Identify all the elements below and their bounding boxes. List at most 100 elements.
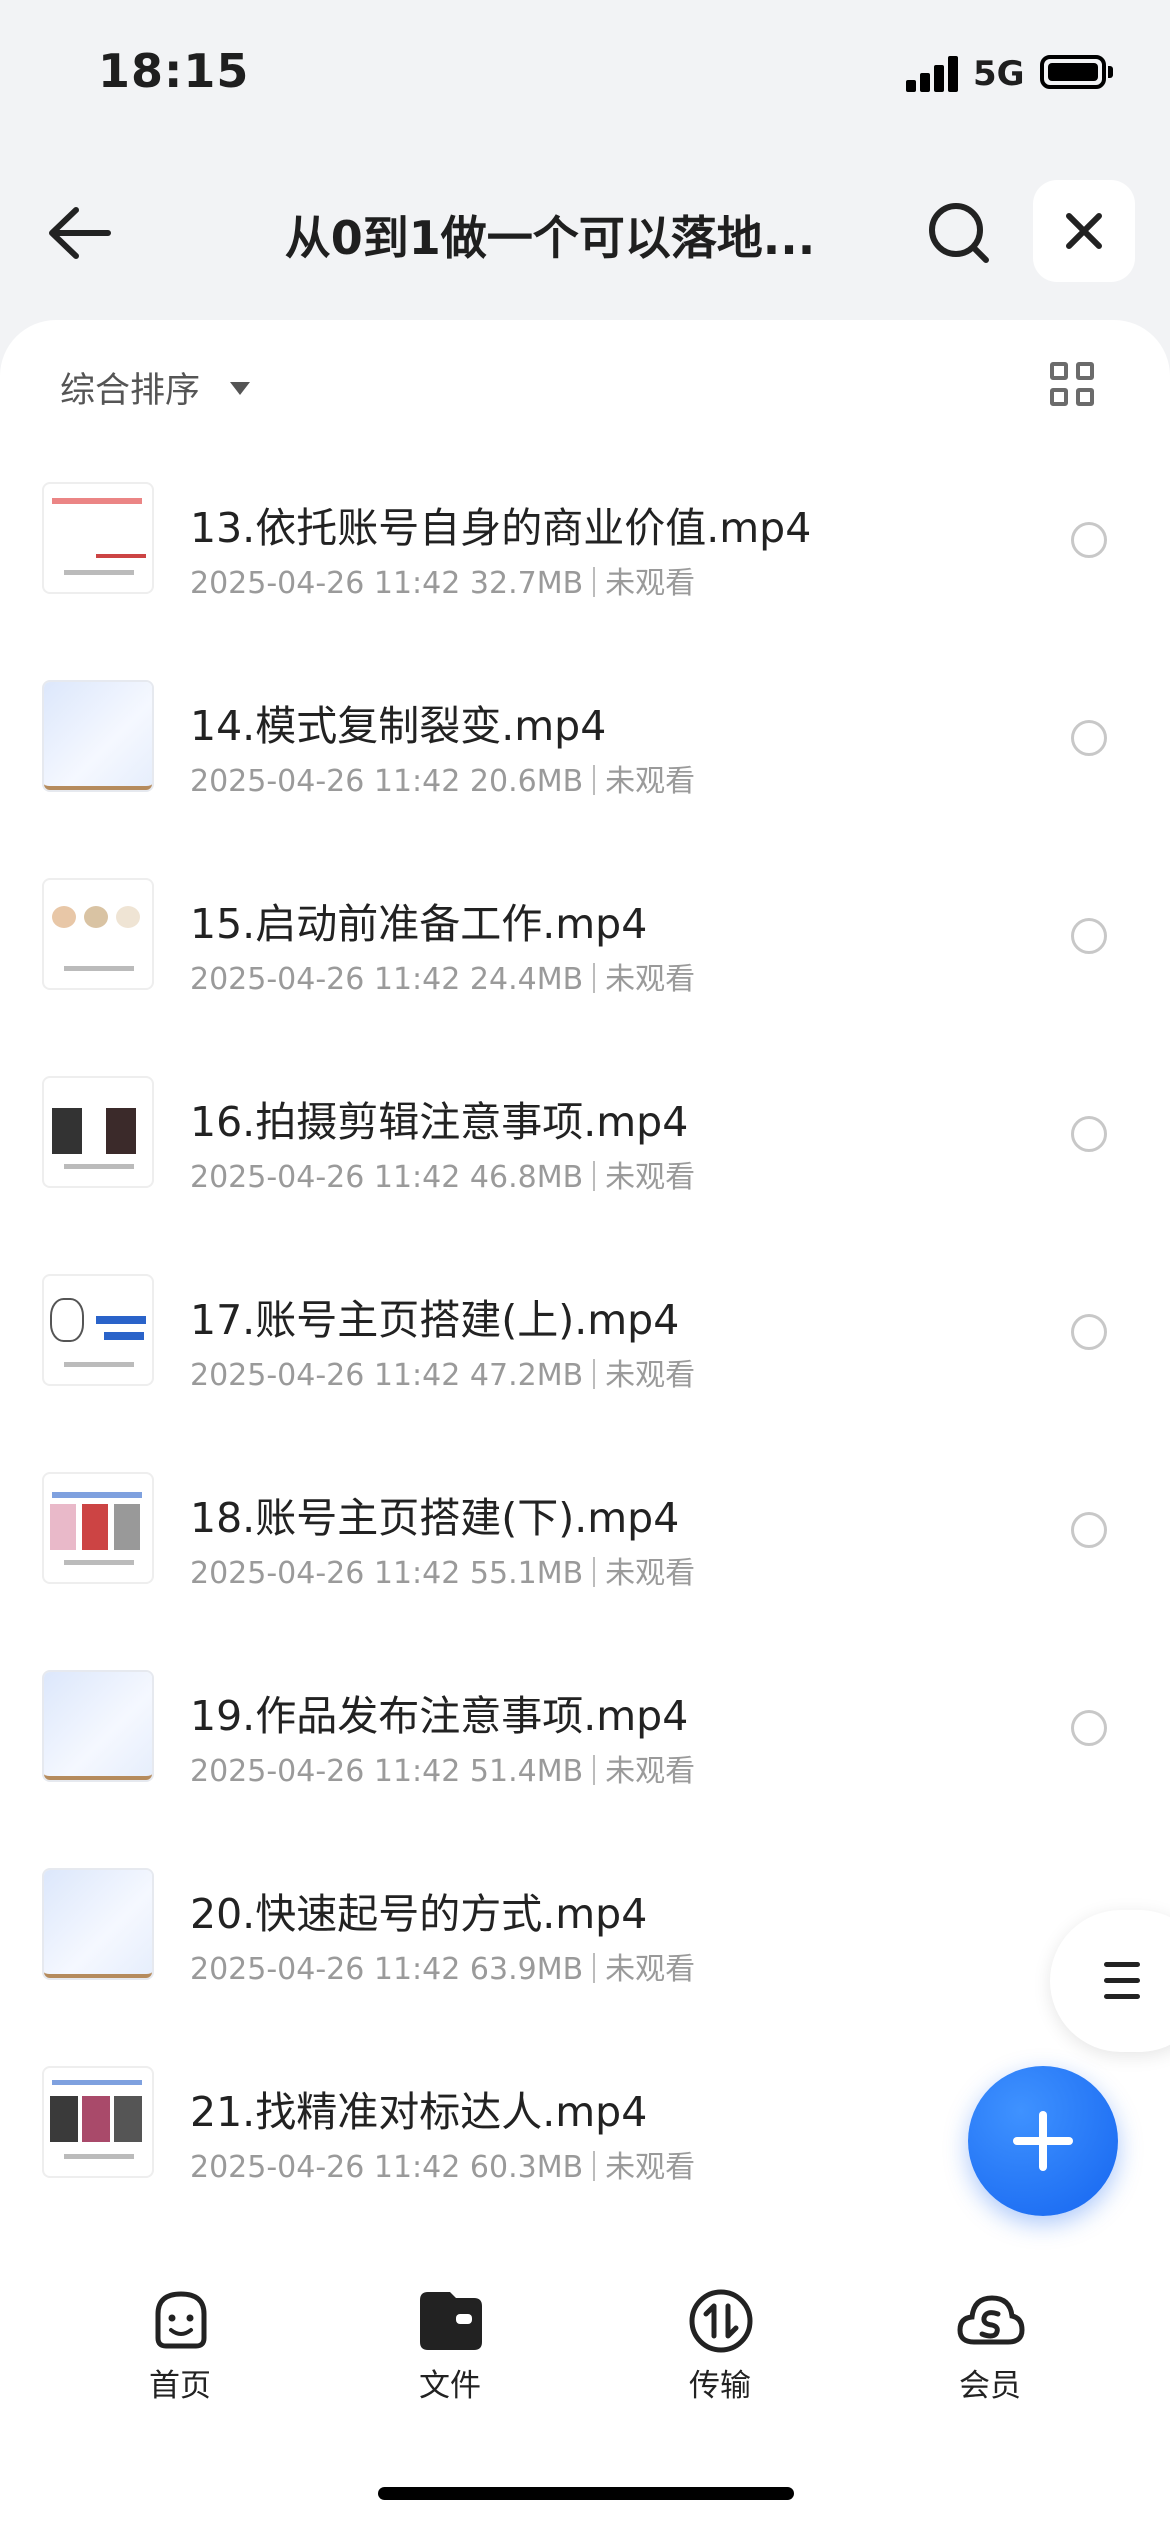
file-size: 63.9MB (469, 1952, 584, 1987)
smiley-face-icon (155, 2291, 207, 2349)
folder-icon (420, 2292, 482, 2350)
page-title: 从0到1做一个可以落地... (284, 211, 816, 265)
search-button[interactable] (922, 196, 996, 270)
video-thumbnail (44, 2068, 152, 2176)
tab-transfer-label: 传输 (689, 2368, 751, 2404)
watch-status: 未观看 (605, 1160, 696, 1195)
file-meta: 2025-04-26 11:42 47.2MB 未观看 (190, 1350, 695, 1394)
select-radio[interactable] (1071, 522, 1107, 558)
file-date: 2025-04-26 11:42 (190, 764, 461, 799)
tab-files[interactable]: 文件 (370, 2286, 530, 2404)
status-bar: 18:15 5G (0, 0, 1170, 150)
file-size: 60.3MB (469, 2150, 584, 2185)
file-date: 2025-04-26 11:42 (190, 566, 461, 601)
file-date: 2025-04-26 11:42 (190, 1160, 461, 1195)
video-thumbnail (44, 1672, 152, 1780)
status-time: 18:15 (98, 44, 250, 98)
file-row[interactable]: 14.模式复制裂变.mp4 2025-04-26 11:42 20.6MB 未观看 (0, 658, 1170, 856)
file-date: 2025-04-26 11:42 (190, 962, 461, 997)
file-size: 32.7MB (469, 566, 584, 601)
watch-status: 未观看 (605, 2150, 696, 2185)
file-row[interactable]: 13.依托账号自身的商业价值.mp4 2025-04-26 11:42 32.7… (0, 460, 1170, 658)
video-thumbnail (44, 1474, 152, 1582)
file-meta: 2025-04-26 11:42 60.3MB 未观看 (190, 2142, 695, 2186)
tab-home[interactable]: 首页 (100, 2286, 260, 2404)
file-meta: 2025-04-26 11:42 55.1MB 未观看 (190, 1548, 695, 1592)
home-indicator (378, 2487, 794, 2500)
file-row[interactable]: 20.快速起号的方式.mp4 2025-04-26 11:42 63.9MB 未观… (0, 1846, 1170, 2044)
file-name: 18.账号主页搭建(下).mp4 (190, 1494, 680, 1542)
video-thumbnail (44, 1078, 152, 1186)
bottom-tab-bar: 首页 文件 传输 会员 (0, 2260, 1170, 2404)
tab-vip-label: 会员 (959, 2368, 1021, 2404)
file-row[interactable]: 18.账号主页搭建(下).mp4 2025-04-26 11:42 55.1MB… (0, 1450, 1170, 1648)
select-radio[interactable] (1071, 1314, 1107, 1350)
watch-status: 未观看 (605, 764, 696, 799)
file-row[interactable]: 15.启动前准备工作.mp4 2025-04-26 11:42 24.4MB 未观… (0, 856, 1170, 1054)
transfer-icon (689, 2289, 753, 2353)
file-date: 2025-04-26 11:42 (190, 2150, 461, 2185)
file-name: 17.账号主页搭建(上).mp4 (190, 1296, 680, 1344)
file-size: 51.4MB (469, 1754, 584, 1789)
caret-down-icon[interactable] (230, 382, 250, 395)
file-date: 2025-04-26 11:42 (190, 1358, 461, 1393)
tab-vip[interactable]: 会员 (910, 2286, 1070, 2404)
battery-tip (1108, 66, 1113, 78)
file-meta: 2025-04-26 11:42 63.9MB 未观看 (190, 1944, 695, 1988)
video-thumbnail (44, 880, 152, 988)
file-meta: 2025-04-26 11:42 24.4MB 未观看 (190, 954, 695, 998)
battery-icon (1040, 55, 1106, 89)
file-meta: 2025-04-26 11:42 32.7MB 未观看 (190, 558, 695, 602)
tab-files-label: 文件 (419, 2368, 481, 2404)
close-icon (1066, 213, 1102, 249)
file-list-panel: 综合排序 13.依托账号自身的商业价值.mp4 2025-04-26 11:42… (0, 320, 1170, 2540)
file-date: 2025-04-26 11:42 (190, 1556, 461, 1591)
file-date: 2025-04-26 11:42 (190, 1754, 461, 1789)
file-name: 14.模式复制裂变.mp4 (190, 702, 607, 750)
select-radio[interactable] (1071, 1116, 1107, 1152)
signal-icon (906, 56, 960, 92)
close-button[interactable] (1033, 180, 1135, 282)
file-row[interactable]: 19.作品发布注意事项.mp4 2025-04-26 11:42 51.4MB 未… (0, 1648, 1170, 1846)
file-size: 24.4MB (469, 962, 584, 997)
file-size: 47.2MB (469, 1358, 584, 1393)
select-radio[interactable] (1071, 1512, 1107, 1548)
top-bar: 从0到1做一个可以落地... (0, 160, 1170, 300)
file-size: 20.6MB (469, 764, 584, 799)
watch-status: 未观看 (605, 1952, 696, 1987)
select-radio[interactable] (1071, 720, 1107, 756)
file-meta: 2025-04-26 11:42 51.4MB 未观看 (190, 1746, 695, 1790)
grid-view-icon[interactable] (1050, 362, 1098, 410)
file-meta: 2025-04-26 11:42 46.8MB 未观看 (190, 1152, 695, 1196)
cloud-vip-icon (957, 2295, 1025, 2345)
file-name: 19.作品发布注意事项.mp4 (190, 1692, 689, 1740)
select-radio[interactable] (1071, 918, 1107, 954)
search-icon (929, 203, 989, 263)
file-date: 2025-04-26 11:42 (190, 1952, 461, 1987)
watch-status: 未观看 (605, 1358, 696, 1393)
file-name: 15.启动前准备工作.mp4 (190, 900, 648, 948)
file-row[interactable]: 17.账号主页搭建(上).mp4 2025-04-26 11:42 47.2MB… (0, 1252, 1170, 1450)
watch-status: 未观看 (605, 962, 696, 997)
arrow-left-icon (49, 207, 111, 259)
video-thumbnail (44, 682, 152, 790)
file-row[interactable]: 16.拍摄剪辑注意事项.mp4 2025-04-26 11:42 46.8MB 未… (0, 1054, 1170, 1252)
video-thumbnail (44, 1276, 152, 1384)
tab-home-label: 首页 (149, 2368, 211, 2404)
file-name: 16.拍摄剪辑注意事项.mp4 (190, 1098, 689, 1146)
add-button[interactable] (968, 2066, 1118, 2216)
back-button[interactable] (40, 198, 120, 268)
watch-status: 未观看 (605, 566, 696, 601)
file-name: 20.快速起号的方式.mp4 (190, 1890, 648, 1938)
file-name: 21.找精准对标达人.mp4 (190, 2088, 648, 2136)
tab-transfer[interactable]: 传输 (640, 2286, 800, 2404)
file-name: 13.依托账号自身的商业价值.mp4 (190, 504, 812, 552)
watch-status: 未观看 (605, 1754, 696, 1789)
network-type: 5G (973, 54, 1025, 94)
video-thumbnail (44, 1870, 152, 1978)
watch-status: 未观看 (605, 1556, 696, 1591)
file-size: 46.8MB (469, 1160, 584, 1195)
select-radio[interactable] (1071, 1710, 1107, 1746)
sort-dropdown[interactable]: 综合排序 (60, 362, 200, 413)
file-meta: 2025-04-26 11:42 20.6MB 未观看 (190, 756, 695, 800)
